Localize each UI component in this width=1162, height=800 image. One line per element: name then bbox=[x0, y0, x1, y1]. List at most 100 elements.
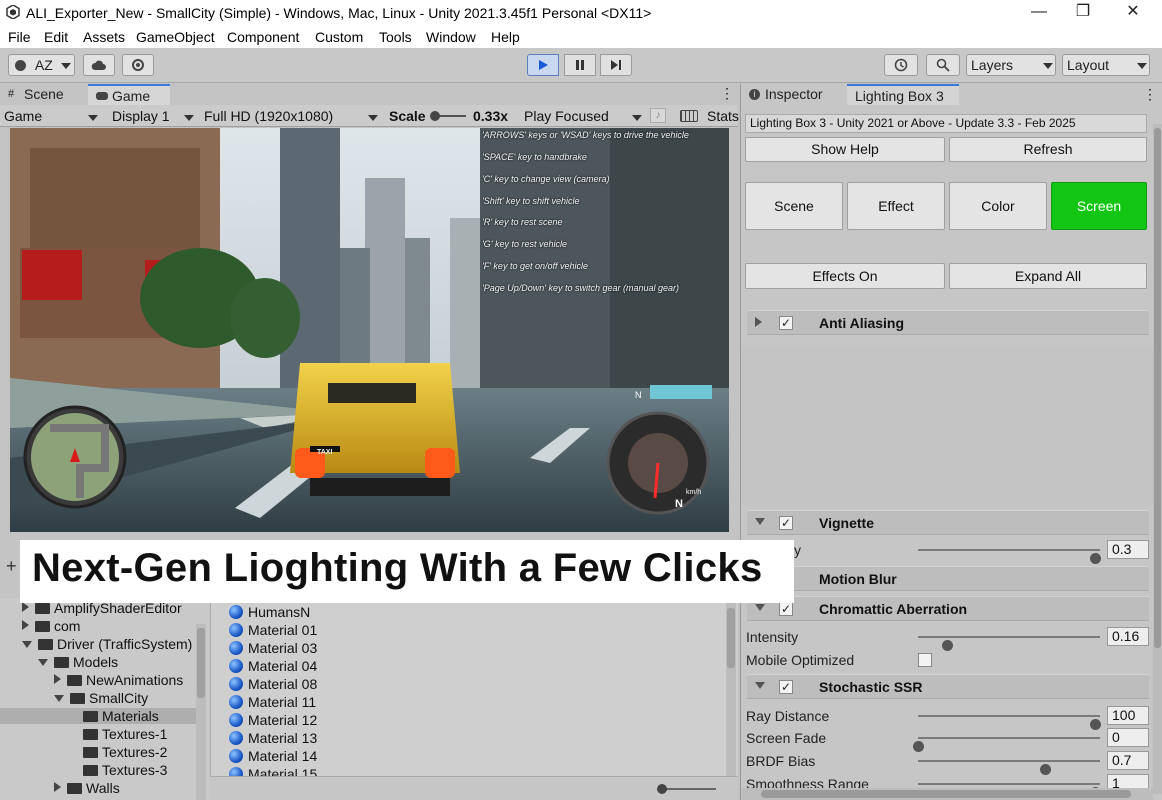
category-scene-button[interactable]: Scene bbox=[745, 182, 843, 230]
category-effect-button[interactable]: Effect bbox=[847, 182, 945, 230]
list-item[interactable]: Material 11 bbox=[229, 694, 316, 712]
chevron-down-icon[interactable] bbox=[54, 695, 64, 702]
game-viewport[interactable]: 'ARROWS' keys or 'WSAD' keys to drive th… bbox=[10, 128, 729, 532]
ssr-brdf-bias-slider[interactable] bbox=[918, 760, 1100, 775]
menu-file[interactable]: File bbox=[8, 29, 31, 45]
chevron-right-icon[interactable] bbox=[22, 602, 29, 612]
play-mode-select[interactable]: Play Focused bbox=[524, 107, 642, 126]
account-dropdown[interactable]: AZ bbox=[8, 54, 75, 76]
expand-all-button[interactable]: Expand All bbox=[949, 263, 1147, 289]
list-item[interactable]: Material 04 bbox=[229, 658, 317, 676]
chevron-right-icon[interactable] bbox=[755, 317, 762, 327]
chevron-right-icon[interactable] bbox=[22, 620, 29, 630]
tree-item[interactable]: Materials bbox=[0, 708, 196, 724]
tree-item[interactable]: com bbox=[0, 618, 196, 634]
list-item[interactable]: Material 12 bbox=[229, 712, 317, 730]
pause-button[interactable] bbox=[564, 54, 596, 76]
stats-button[interactable]: Stats bbox=[707, 107, 739, 126]
category-screen-button[interactable]: Screen bbox=[1051, 182, 1147, 230]
view-select[interactable]: Game bbox=[4, 107, 100, 126]
layers-dropdown[interactable]: Layers bbox=[966, 54, 1056, 76]
inspector-scrollbar[interactable] bbox=[1153, 124, 1162, 794]
chromatic-intensity-value[interactable]: 0.16 bbox=[1107, 627, 1149, 646]
resolution-select[interactable]: Full HD (1920x1080) bbox=[204, 107, 380, 126]
menu-component[interactable]: Component bbox=[227, 29, 299, 45]
scrollbar-thumb[interactable] bbox=[761, 790, 1131, 798]
display-select[interactable]: Display 1 bbox=[112, 107, 196, 126]
chevron-down-icon[interactable] bbox=[38, 659, 48, 666]
ssr-checkbox[interactable]: ✓ bbox=[779, 680, 793, 694]
keyboard-icon[interactable] bbox=[680, 110, 698, 122]
mobile-optimized-checkbox[interactable] bbox=[918, 653, 932, 667]
chevron-down-icon[interactable] bbox=[755, 682, 765, 689]
tree-item[interactable]: Driver (TrafficSystem) bbox=[0, 636, 196, 652]
chevron-right-icon[interactable] bbox=[54, 674, 61, 684]
tree-scrollbar[interactable] bbox=[196, 624, 206, 800]
chevron-right-icon[interactable] bbox=[54, 782, 61, 792]
scrollbar-thumb[interactable] bbox=[727, 608, 735, 668]
ssr-ray-distance-value[interactable]: 100 bbox=[1107, 706, 1149, 725]
vignette-intensity-slider[interactable] bbox=[918, 549, 1101, 564]
list-item[interactable]: Material 03 bbox=[229, 640, 317, 658]
cloud-button[interactable] bbox=[83, 54, 115, 76]
mute-audio-icon[interactable]: ♪ bbox=[650, 108, 666, 123]
more-options-icon[interactable]: ⋮ bbox=[720, 86, 734, 100]
menu-assets[interactable]: Assets bbox=[83, 29, 125, 45]
tree-item[interactable]: SmallCity bbox=[0, 690, 196, 706]
chromatic-checkbox[interactable]: ✓ bbox=[779, 602, 793, 616]
tree-item[interactable]: Textures-3 bbox=[0, 762, 196, 778]
minimize-button[interactable]: — bbox=[1016, 0, 1062, 26]
slider-knob[interactable] bbox=[657, 784, 667, 794]
menu-window[interactable]: Window bbox=[426, 29, 476, 45]
more-options-icon[interactable]: ⋮ bbox=[1143, 86, 1157, 103]
tree-item[interactable]: Textures-1 bbox=[0, 726, 196, 742]
list-item[interactable]: Material 08 bbox=[229, 676, 317, 694]
section-chromatic-aberration[interactable]: ✓ Chromattic Aberration bbox=[747, 596, 1149, 621]
tree-item[interactable]: Walls bbox=[0, 780, 196, 796]
section-stochastic-ssr[interactable]: ✓ Stochastic SSR bbox=[747, 674, 1149, 699]
scrollbar-thumb[interactable] bbox=[1154, 128, 1161, 648]
tab-scene[interactable]: # Scene bbox=[0, 84, 86, 105]
ssr-screen-fade-value[interactable]: 0 bbox=[1107, 728, 1149, 747]
chromatic-intensity-slider[interactable] bbox=[918, 636, 1100, 651]
collab-button[interactable] bbox=[122, 54, 154, 76]
menu-help[interactable]: Help bbox=[491, 29, 520, 45]
layout-dropdown[interactable]: Layout bbox=[1062, 54, 1150, 76]
search-button[interactable] bbox=[926, 54, 960, 76]
scale-slider[interactable] bbox=[430, 111, 466, 121]
vignette-intensity-value[interactable]: 0.3 bbox=[1107, 540, 1149, 559]
tree-item[interactable]: NewAnimations bbox=[0, 672, 196, 688]
play-button[interactable] bbox=[527, 54, 559, 76]
list-item[interactable]: Material 14 bbox=[229, 748, 317, 766]
chevron-down-icon[interactable] bbox=[755, 604, 765, 611]
maximize-button[interactable]: ❐ bbox=[1060, 0, 1106, 26]
tree-item[interactable]: Textures-2 bbox=[0, 744, 196, 760]
menu-edit[interactable]: Edit bbox=[44, 29, 68, 45]
list-item[interactable]: HumansN bbox=[229, 604, 310, 622]
scale-slider-knob[interactable] bbox=[430, 111, 440, 121]
close-button[interactable]: ✕ bbox=[1110, 0, 1156, 26]
add-icon[interactable]: + bbox=[6, 556, 17, 577]
ssr-smoothness-slider[interactable] bbox=[918, 783, 1101, 790]
list-item[interactable]: Material 13 bbox=[229, 730, 317, 748]
icon-size-slider[interactable] bbox=[657, 784, 716, 794]
chevron-down-icon[interactable] bbox=[755, 518, 765, 525]
slider-knob[interactable] bbox=[1089, 553, 1101, 564]
tab-lighting-box[interactable]: Lighting Box 3 bbox=[847, 84, 959, 105]
menu-custom[interactable]: Custom bbox=[315, 29, 363, 45]
section-vignette[interactable]: ✓ Vignette bbox=[747, 510, 1149, 535]
section-anti-aliasing[interactable]: ✓ Anti Aliasing bbox=[747, 310, 1149, 335]
ssr-brdf-bias-value[interactable]: 0.7 bbox=[1107, 751, 1149, 770]
asset-scrollbar[interactable] bbox=[726, 598, 736, 776]
chevron-down-icon[interactable] bbox=[22, 641, 32, 648]
tab-inspector[interactable]: i Inspector bbox=[741, 84, 845, 105]
show-help-button[interactable]: Show Help bbox=[745, 137, 945, 162]
effects-on-button[interactable]: Effects On bbox=[745, 263, 945, 289]
tree-item[interactable]: Models bbox=[0, 654, 196, 670]
list-item[interactable]: Material 01 bbox=[229, 622, 317, 640]
vignette-checkbox[interactable]: ✓ bbox=[779, 516, 793, 530]
ssr-ray-distance-slider[interactable] bbox=[918, 715, 1101, 730]
scrollbar-thumb[interactable] bbox=[197, 628, 205, 698]
horizontal-scrollbar[interactable] bbox=[741, 788, 1153, 800]
step-button[interactable] bbox=[600, 54, 632, 76]
